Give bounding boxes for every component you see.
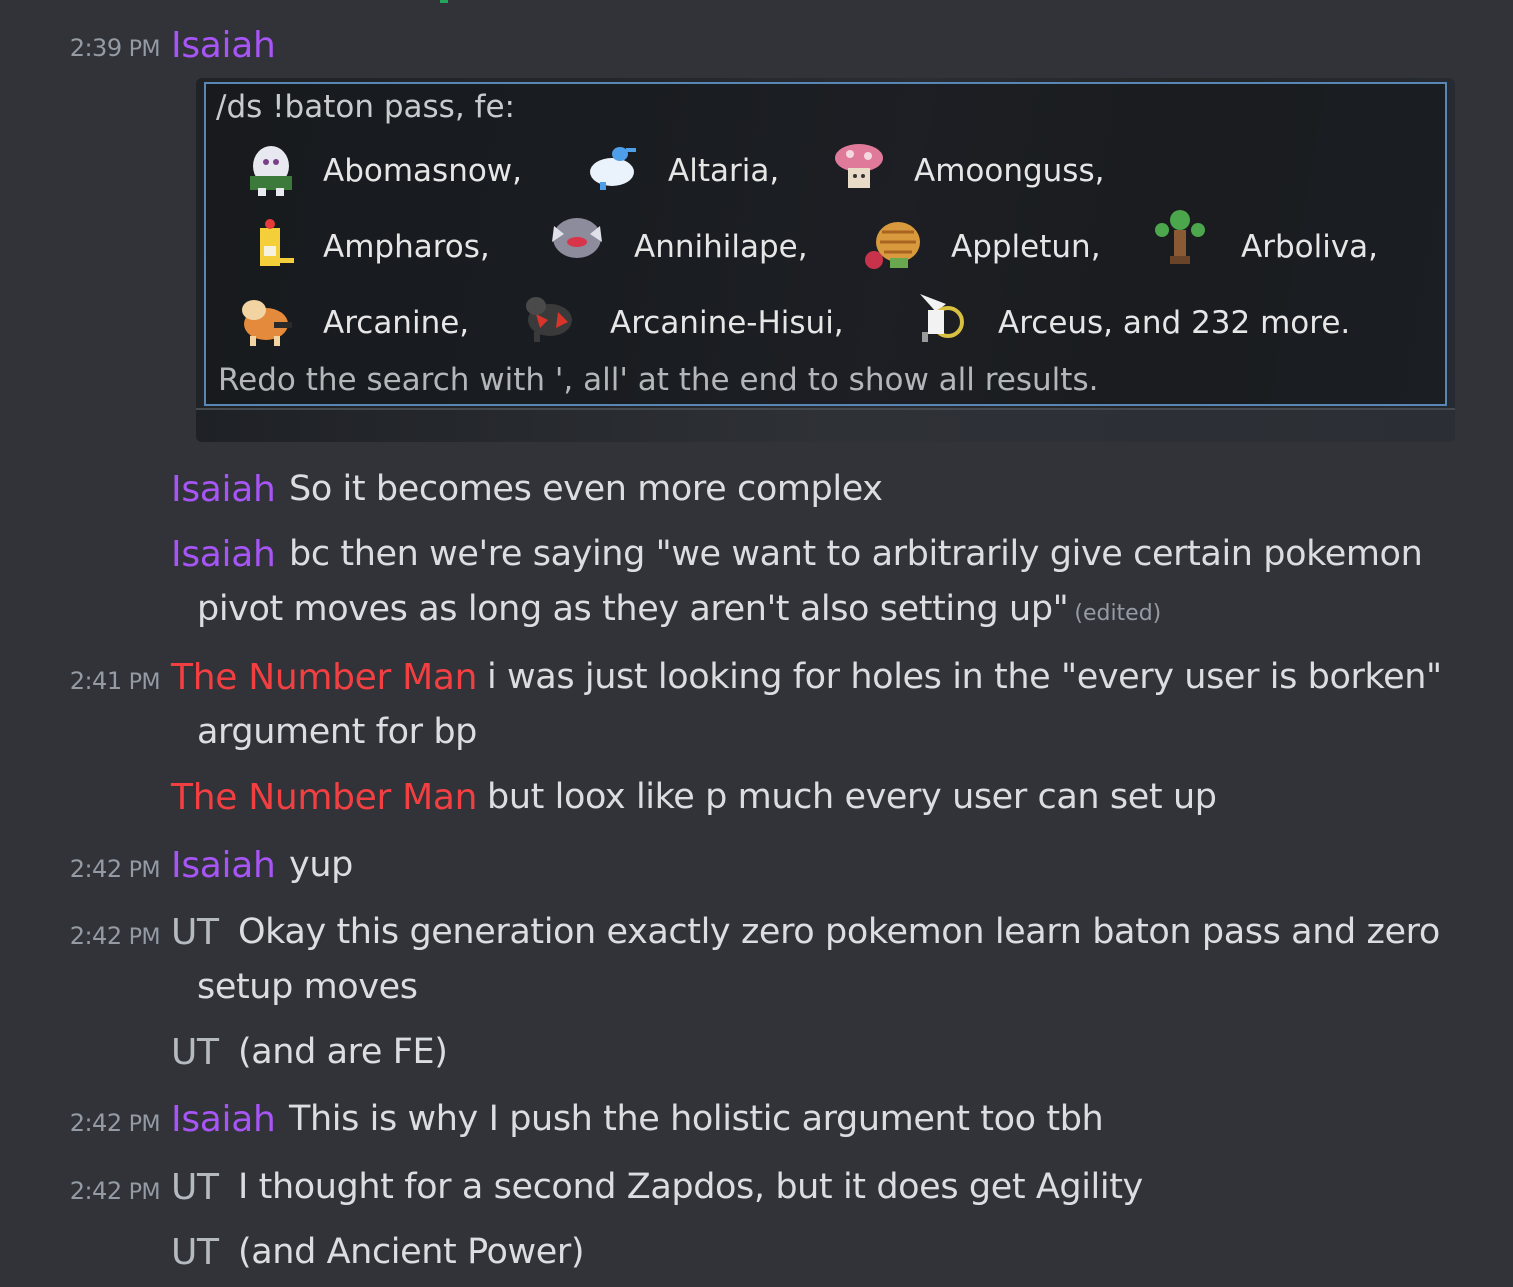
message-text: (and are FE) [238,1032,448,1072]
arcanine-icon [242,300,292,346]
result-name: Appletun, [951,229,1101,265]
result-name: Arcanine-Hisui, [610,305,844,341]
arboliva-icon [1155,210,1205,264]
scroll-indicator [440,0,448,3]
timestamp: 2:39 PM [69,34,161,62]
timestamp: 2:42 PM [69,1109,161,1137]
annihilape-icon [552,218,602,258]
timestamp: 2:42 PM [69,922,161,950]
abomasnow-icon [250,146,292,196]
author-name[interactable]: UT [171,1035,219,1071]
author-name[interactable]: Isaiah [171,537,276,573]
message-text-line-1: i was just looking for holes in the "eve… [487,657,1442,697]
author-name[interactable]: UT [171,915,219,951]
message-text-line-1: bc then we're saying "we want to arbitra… [289,534,1423,574]
message-text: I thought for a second Zapdos, but it do… [238,1167,1143,1207]
author-name[interactable]: UT [171,1235,219,1271]
result-name: Abomasnow, [323,153,523,189]
message-text: yup [289,845,353,885]
ampharos-icon [260,219,294,266]
message-text: This is why I push the holistic argument… [289,1099,1104,1139]
attachment-footer [196,408,1455,442]
message-text: So it becomes even more complex [289,469,883,509]
result-name: Arboliva, [1241,229,1379,265]
message-text-line-1: Okay this generation exactly zero pokemo… [238,912,1440,952]
altaria-icon [590,147,636,190]
timestamp: 2:42 PM [69,855,161,883]
author-name[interactable]: Isaiah [171,1102,276,1138]
command-text: /ds !baton pass, fe: [216,89,515,125]
arcanine-hisui-icon [526,297,572,342]
appletun-icon [865,222,920,269]
author-name[interactable]: The Number Man [171,660,478,696]
message-text-line-2: pivot moves as long as they aren't also … [197,589,1162,629]
author-name[interactable]: Isaiah [171,472,276,508]
edited-label: (edited) [1074,601,1162,626]
timestamp: 2:41 PM [69,667,161,695]
result-name: Arceus, and 232 more. [998,305,1351,341]
message-text-line-2: argument for bp [197,712,477,752]
result-name: Arcanine, [323,305,470,341]
result-name: Annihilape, [634,229,808,265]
result-name: Ampharos, [323,229,490,265]
author-name[interactable]: Isaiah [171,848,276,884]
arceus-icon [920,294,964,342]
message-text: but loox like p much every user can set … [487,777,1217,817]
author-name[interactable]: The Number Man [171,780,478,816]
amoonguss-icon [835,144,883,188]
image-attachment[interactable]: /ds !baton pass, fe: Abomasnow, Altaria,… [196,78,1455,442]
message-text: (and Ancient Power) [238,1232,585,1272]
timestamp: 2:42 PM [69,1177,161,1205]
result-name: Amoonguss, [914,153,1105,189]
author-name[interactable]: Isaiah [171,28,276,64]
result-name: Altaria, [668,153,780,189]
hint-text: Redo the search with ', all' at the end … [218,362,1099,398]
message-text-line-2: setup moves [197,967,418,1007]
author-name[interactable]: UT [171,1170,219,1206]
